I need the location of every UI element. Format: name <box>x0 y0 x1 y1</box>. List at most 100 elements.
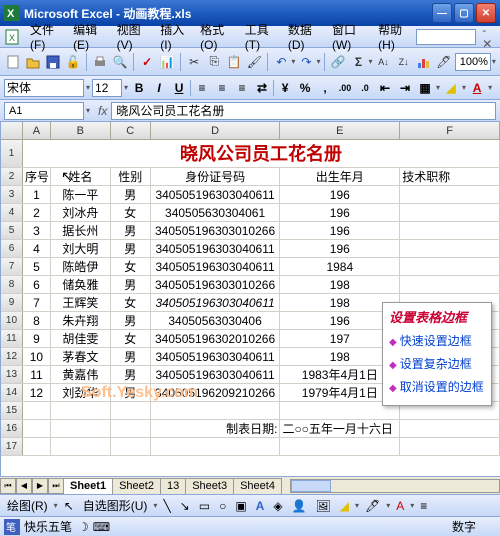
tab-nav-next[interactable]: ▶ <box>32 478 48 494</box>
menu-edit[interactable]: 编辑(E) <box>67 19 111 54</box>
drawing-icon[interactable]: 🖊 <box>435 52 453 72</box>
cell[interactable]: 据长州 <box>51 222 111 239</box>
cell[interactable]: 196 <box>280 186 400 203</box>
cell[interactable]: 男 <box>111 348 151 365</box>
title-cell[interactable]: 晓风公司员工花名册 <box>23 140 500 168</box>
dec-indent-icon[interactable]: ⇤ <box>376 79 394 97</box>
cell[interactable]: 刘劲华 <box>51 384 111 401</box>
cell[interactable]: 4 <box>23 240 51 257</box>
fx-icon[interactable]: fx <box>98 104 107 118</box>
ime-icon[interactable]: 笔 <box>4 519 20 535</box>
cell[interactable]: 女 <box>111 258 151 275</box>
undo-icon[interactable]: ↶ <box>272 52 290 72</box>
popup-item[interactable]: 取消设置的边框 <box>389 378 485 395</box>
cell[interactable]: 男 <box>111 276 151 293</box>
permission-icon[interactable]: 🔓 <box>64 52 82 72</box>
row-header[interactable]: 1 <box>1 140 23 167</box>
cell[interactable]: 6 <box>23 276 51 293</box>
row-header[interactable]: 5 <box>1 222 23 239</box>
wordart-icon[interactable]: A <box>253 499 268 513</box>
cell[interactable]: 男 <box>111 366 151 383</box>
cell[interactable]: 陈一平 <box>51 186 111 203</box>
cell[interactable]: 340505196303040611 <box>151 294 281 311</box>
row-header[interactable]: 3 <box>1 186 23 203</box>
cut-icon[interactable]: ✂ <box>185 52 203 72</box>
percent-icon[interactable]: % <box>296 79 314 97</box>
cell[interactable]: 胡佳雯 <box>51 330 111 347</box>
align-right-icon[interactable]: ≡ <box>233 79 251 97</box>
font-color-icon[interactable]: A <box>393 499 407 513</box>
cell[interactable]: 身份证号码 <box>151 168 281 185</box>
name-box[interactable]: A1 <box>4 102 84 120</box>
zoom-box[interactable]: 100% <box>455 53 491 71</box>
cell[interactable]: 男 <box>111 384 151 401</box>
sheet-tab[interactable]: Sheet1 <box>63 478 113 494</box>
print-icon[interactable] <box>91 52 109 72</box>
line-color-icon[interactable]: 🖊 <box>362 499 383 513</box>
menu-close-doc[interactable]: - ✕ <box>482 23 496 51</box>
cell[interactable]: 12 <box>23 384 51 401</box>
menu-data[interactable]: 数据(D) <box>282 19 326 54</box>
cell[interactable] <box>400 186 500 203</box>
cell[interactable] <box>400 204 500 221</box>
cell[interactable]: 朱卉翔 <box>51 312 111 329</box>
tab-nav-last[interactable]: ⏭ <box>48 478 64 494</box>
tab-nav-first[interactable]: ⏮ <box>0 478 16 494</box>
col-header-d[interactable]: D <box>151 122 281 139</box>
cell[interactable]: 340505196303010266 <box>151 222 281 239</box>
row-header[interactable]: 14 <box>1 384 23 401</box>
cell[interactable]: 男 <box>111 240 151 257</box>
cell[interactable]: 姓名 <box>51 168 111 185</box>
chart-icon[interactable] <box>415 52 433 72</box>
minimize-button[interactable]: — <box>432 3 452 23</box>
italic-button[interactable]: I <box>150 79 168 97</box>
sort-desc-icon[interactable]: Z↓ <box>395 52 413 72</box>
save-icon[interactable] <box>44 52 62 72</box>
col-header-f[interactable]: F <box>400 122 500 139</box>
row-header[interactable]: 11 <box>1 330 23 347</box>
line-icon[interactable]: ╲ <box>160 499 173 513</box>
row-header[interactable]: 15 <box>1 402 23 419</box>
cell[interactable]: 男 <box>111 312 151 329</box>
sheet-tab[interactable]: 13 <box>160 478 186 494</box>
cell[interactable]: 男 <box>111 222 151 239</box>
cell[interactable]: 女 <box>111 204 151 221</box>
arrow-icon[interactable]: ↘ <box>177 499 193 513</box>
inc-indent-icon[interactable]: ⇥ <box>396 79 414 97</box>
cell[interactable]: 黄嘉伟 <box>51 366 111 383</box>
col-header-e[interactable]: E <box>280 122 400 139</box>
menu-window[interactable]: 窗口(W) <box>326 19 372 54</box>
cell[interactable]: 11 <box>23 366 51 383</box>
ime-mode-icon[interactable]: ☽ <box>78 520 89 534</box>
cell[interactable]: 196 <box>280 240 400 257</box>
cell[interactable]: 序号 <box>23 168 51 185</box>
cell[interactable]: 刘冰舟 <box>51 204 111 221</box>
h-scrollbar[interactable] <box>290 479 500 493</box>
cell[interactable]: 出生年月 <box>280 168 400 185</box>
cell[interactable]: 女 <box>111 330 151 347</box>
cell[interactable]: 王辉笑 <box>51 294 111 311</box>
row-header[interactable]: 4 <box>1 204 23 221</box>
row-header[interactable]: 12 <box>1 348 23 365</box>
help-search-input[interactable] <box>416 29 476 45</box>
col-header-b[interactable]: B <box>51 122 111 139</box>
cell[interactable]: 196 <box>280 222 400 239</box>
col-header-a[interactable]: A <box>23 122 51 139</box>
merge-icon[interactable]: ⇄ <box>253 79 271 97</box>
font-name-select[interactable]: 宋体 <box>4 79 84 97</box>
open-icon[interactable] <box>24 52 42 72</box>
cell[interactable]: 340505196303040611 <box>151 186 281 203</box>
cell[interactable]: 技术职称 <box>400 168 500 185</box>
cell[interactable] <box>400 276 500 293</box>
cell[interactable]: 二○○五年一月十六日 <box>280 420 400 437</box>
cell[interactable]: 女 <box>111 294 151 311</box>
currency-icon[interactable]: ¥ <box>276 79 294 97</box>
autoshapes-menu[interactable]: 自选图形(U) <box>80 497 151 514</box>
draw-menu[interactable]: 绘图(R) <box>4 497 51 514</box>
tab-nav-prev[interactable]: ◀ <box>16 478 32 494</box>
align-center-icon[interactable]: ≡ <box>213 79 231 97</box>
inc-decimal-icon[interactable]: .00 <box>336 79 354 97</box>
cell[interactable]: 340505196303010266 <box>151 276 281 293</box>
paste-icon[interactable]: 📋 <box>225 52 243 72</box>
new-icon[interactable] <box>4 52 22 72</box>
